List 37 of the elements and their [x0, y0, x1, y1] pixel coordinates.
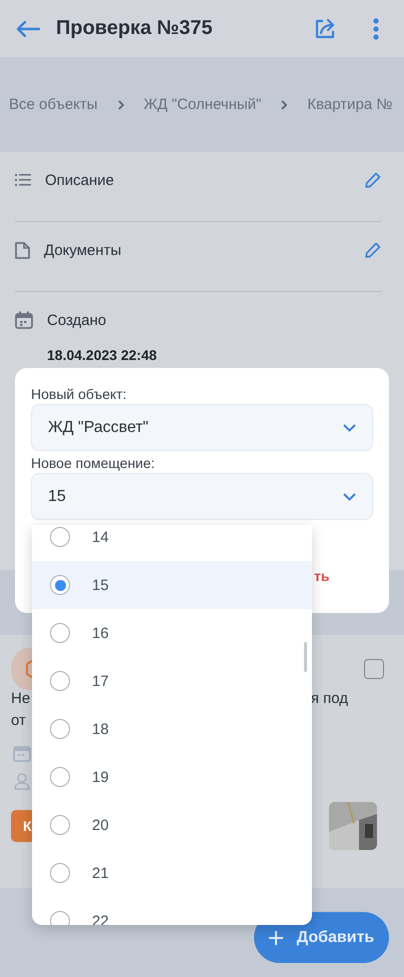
chevron-icon — [118, 100, 124, 110]
more-icon[interactable] — [373, 18, 379, 40]
calendar-icon — [13, 744, 31, 762]
dropdown-option[interactable]: 17 — [32, 657, 312, 705]
checkbox[interactable] — [364, 659, 384, 679]
dropdown-option[interactable]: 21 — [32, 849, 312, 897]
card-text: я под — [310, 690, 348, 709]
chevron-down-icon — [343, 492, 356, 500]
user-icon — [13, 772, 31, 790]
pencil-icon[interactable] — [365, 242, 381, 258]
created-date: 18.04.2023 22:48 — [47, 347, 158, 363]
delete-text[interactable]: ть — [314, 568, 330, 584]
dropdown-option[interactable]: 16 — [32, 609, 312, 657]
card-text: Не — [11, 690, 30, 709]
dropdown-option[interactable]: 15 — [32, 561, 312, 609]
chevron-down-icon — [343, 424, 356, 432]
field-label: Новое помещение: — [31, 455, 156, 471]
section-label: Создано — [47, 312, 108, 328]
dropdown-option[interactable]: 19 — [32, 753, 312, 801]
calendar-icon — [15, 311, 33, 329]
dropdown-option[interactable]: 14 — [32, 525, 312, 561]
list-icon — [15, 173, 31, 187]
dropdown-option[interactable]: 18 — [32, 705, 312, 753]
card-text: от — [11, 712, 26, 731]
select-field[interactable]: ЖД "Рассвет" — [31, 404, 373, 451]
document-icon — [15, 242, 30, 258]
back-icon[interactable] — [16, 20, 40, 36]
select-field[interactable]: 15 — [31, 473, 373, 520]
pencil-icon[interactable] — [365, 172, 381, 188]
section-label: Описание — [45, 172, 116, 188]
chevron-icon — [281, 100, 288, 110]
plus-icon — [268, 930, 283, 944]
scrollbar[interactable] — [304, 642, 307, 672]
field-label: Новый объект: — [31, 386, 128, 402]
page-title: Проверка №375 — [56, 17, 214, 40]
section-label: Документы — [44, 242, 122, 258]
share-icon[interactable] — [313, 16, 337, 40]
